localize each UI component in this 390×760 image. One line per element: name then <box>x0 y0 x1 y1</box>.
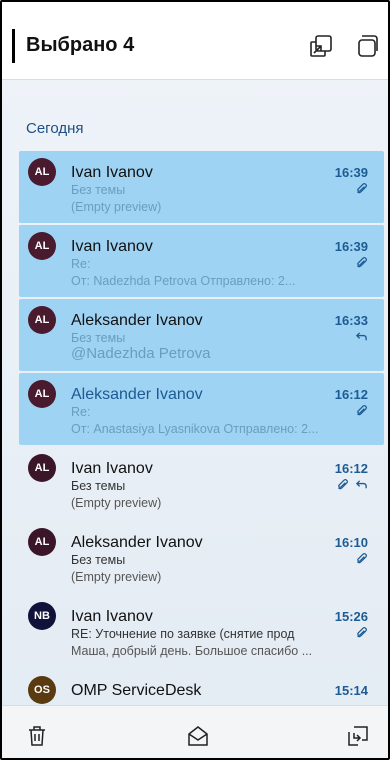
email-preview: (Empty preview) <box>71 570 162 584</box>
email-row[interactable]: AL Aleksander Ivanov 16:33 Без темы @Nadezhd… <box>19 299 384 371</box>
email-row[interactable]: AL Aleksander Ivanov 16:12 Re: От: Anastasiy… <box>19 373 384 445</box>
email-sender: Ivan Ivanov <box>71 608 153 625</box>
avatar: NB <box>28 602 56 630</box>
email-preview: Маша, добрый день. Большое спасибо ... <box>71 644 313 658</box>
reply-icon <box>355 330 368 348</box>
email-row[interactable]: AL Ivan Ivanov 16:12 Без темы (Empty preview… <box>19 447 384 519</box>
email-time: 16:39 <box>334 239 368 254</box>
email-row[interactable]: AL Ivan Ivanov 16:39 Re: От: Nadezhda Petrov… <box>19 225 384 297</box>
email-preview: От: Anastasiya Lyasnikova Отправлено: 2.… <box>71 422 319 436</box>
email-status-icons <box>355 182 368 200</box>
paperclip-icon <box>355 552 368 570</box>
paperclip-icon <box>336 478 349 496</box>
email-list: AL Ivan Ivanov 16:39 Без темы (Empty preview… <box>19 151 384 743</box>
email-time: 16:10 <box>334 535 368 550</box>
email-subject: Re: <box>71 405 91 419</box>
email-sender: Ivan Ivanov <box>71 238 153 255</box>
email-preview: От: Nadezhda Petrova Отправлено: 2... <box>71 274 296 288</box>
email-sender: Aleksander Ivanov <box>71 534 203 551</box>
avatar: AL <box>28 528 56 556</box>
reply-icon <box>355 478 368 496</box>
email-time: 15:14 <box>334 683 368 698</box>
email-preview: (Empty preview) <box>71 496 162 510</box>
avatar: AL <box>28 454 56 482</box>
email-status-icons <box>355 626 368 644</box>
email-row[interactable]: NB Ivan Ivanov 15:26 RE: Уточнение по заявк… <box>19 595 384 667</box>
email-status-icons <box>336 478 368 496</box>
envelope-open-icon[interactable] <box>186 724 210 748</box>
email-subject: Re: <box>71 257 91 271</box>
avatar: OS <box>28 676 56 704</box>
paperclip-icon <box>355 404 368 422</box>
email-time: 16:33 <box>334 313 368 328</box>
email-row[interactable]: AL Ivan Ivanov 16:39 Без темы (Empty preview… <box>19 151 384 223</box>
email-time: 16:39 <box>334 165 368 180</box>
email-row[interactable]: AL Aleksander Ivanov 16:10 Без темы (Empty p… <box>19 521 384 593</box>
avatar: AL <box>28 232 56 260</box>
avatar: AL <box>28 306 56 334</box>
email-subject: Без темы <box>71 331 126 345</box>
email-sender: Ivan Ivanov <box>71 460 153 477</box>
email-sender: Aleksander Ivanov <box>71 312 203 329</box>
move-to-folder-icon[interactable] <box>346 724 370 748</box>
email-preview: (Empty preview) <box>71 200 162 214</box>
paperclip-icon <box>355 256 368 274</box>
paperclip-icon <box>355 626 368 644</box>
header: Выбрано 4 <box>2 2 388 80</box>
avatar: AL <box>28 158 56 186</box>
email-time: 16:12 <box>334 461 368 476</box>
paperclip-icon <box>355 182 368 200</box>
avatar: AL <box>28 380 56 408</box>
trash-icon[interactable] <box>25 724 49 748</box>
pip-icon[interactable] <box>307 32 335 60</box>
copy-icon[interactable] <box>352 32 380 60</box>
email-sender: OMP ServiceDesk <box>71 682 202 699</box>
email-subject: RE: Уточнение по заявке (снятие прод <box>71 627 295 641</box>
email-preview: @Nadezhda Petrova <box>71 345 211 362</box>
section-title-today: Сегодня <box>26 120 84 137</box>
email-time: 15:26 <box>334 609 368 624</box>
app-frame: Выбрано 4 Сегодня AL Ivan Ivanov 16:39 Без … <box>0 0 390 760</box>
email-sender: Ivan Ivanov <box>71 164 153 181</box>
page-title: Выбрано 4 <box>26 34 135 56</box>
email-sender: Aleksander Ivanov <box>71 386 203 403</box>
email-subject: Без темы <box>71 183 126 197</box>
email-subject: Без темы <box>71 479 126 493</box>
email-status-icons <box>355 552 368 570</box>
selection-indicator <box>12 29 15 63</box>
bottom-toolbar <box>2 705 388 758</box>
email-subject: Без темы <box>71 553 126 567</box>
email-status-icons <box>355 256 368 274</box>
email-status-icons <box>355 332 368 346</box>
email-status-icons <box>355 404 368 422</box>
email-time: 16:12 <box>334 387 368 402</box>
